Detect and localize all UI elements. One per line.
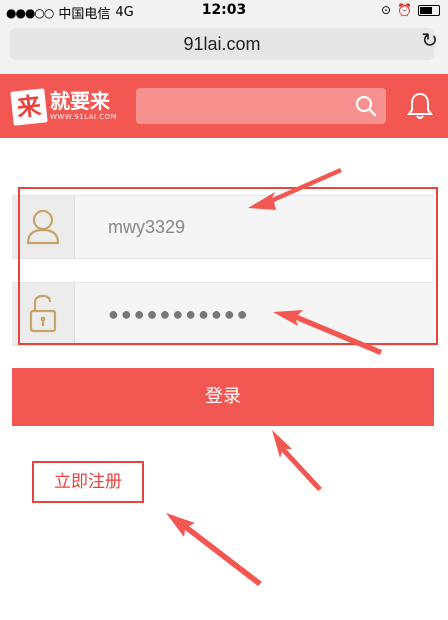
status-right: ⊙ ⏰ — [381, 3, 440, 17]
logo-mark: 来 — [10, 88, 48, 126]
logo-name: 就要来 — [50, 89, 110, 113]
alarm-icon: ⏰ — [397, 3, 412, 17]
arrow-to-login — [272, 430, 322, 491]
search-box — [136, 88, 386, 124]
site-header: 来 就要来 WWW.91LAI.COM — [0, 74, 448, 138]
register-link[interactable]: 立即注册 — [32, 461, 144, 503]
annotation-highlight-box — [18, 187, 438, 345]
search-icon[interactable] — [354, 94, 378, 118]
login-button[interactable]: 登录 — [12, 368, 434, 426]
reload-icon[interactable]: ↻ — [421, 28, 438, 52]
rotation-lock-icon: ⊙ — [380, 3, 392, 17]
browser-address-area: 91lai.com ↻ — [0, 22, 448, 74]
battery-icon — [418, 4, 440, 16]
site-logo[interactable]: 来 就要来 WWW.91LAI.COM — [10, 88, 117, 126]
logo-domain: WWW.91LAI.COM — [50, 113, 118, 121]
arrow-to-register — [166, 513, 262, 586]
logo-text: 就要来 WWW.91LAI.COM — [50, 90, 117, 122]
bell-icon[interactable] — [406, 91, 434, 121]
search-input[interactable] — [136, 88, 366, 124]
address-bar[interactable]: 91lai.com — [10, 28, 434, 60]
status-bar: ●●●○○ 中国电信 4G 12:03 ⊙ ⏰ — [0, 0, 448, 22]
